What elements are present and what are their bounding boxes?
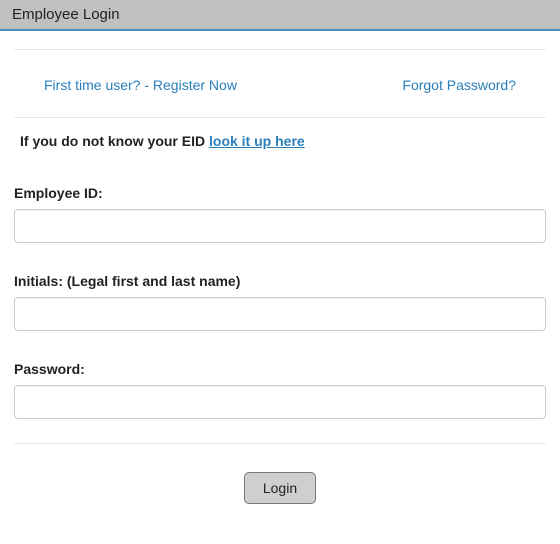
initials-input[interactable]	[14, 297, 546, 331]
employee-id-group: Employee ID:	[14, 185, 546, 243]
button-row: Login	[14, 472, 546, 544]
employee-id-input[interactable]	[14, 209, 546, 243]
content: First time user? - Register Now Forgot P…	[0, 49, 560, 544]
divider	[14, 443, 546, 444]
login-form: Employee ID: Initials: (Legal first and …	[14, 185, 546, 419]
password-group: Password:	[14, 361, 546, 419]
title-bar: Employee Login	[0, 0, 560, 31]
password-input[interactable]	[14, 385, 546, 419]
lookup-eid-link[interactable]: look it up here	[209, 133, 305, 149]
forgot-password-link[interactable]: Forgot Password?	[402, 77, 516, 93]
initials-label: Initials: (Legal first and last name)	[14, 273, 546, 289]
register-link[interactable]: First time user? - Register Now	[44, 77, 237, 93]
employee-id-label: Employee ID:	[14, 185, 546, 201]
login-button[interactable]: Login	[244, 472, 316, 504]
page-title: Employee Login	[12, 6, 120, 23]
hint-prefix: If you do not know your EID	[20, 133, 209, 149]
initials-group: Initials: (Legal first and last name)	[14, 273, 546, 331]
password-label: Password:	[14, 361, 546, 377]
eid-hint: If you do not know your EID look it up h…	[14, 118, 546, 155]
links-row: First time user? - Register Now Forgot P…	[14, 49, 546, 118]
